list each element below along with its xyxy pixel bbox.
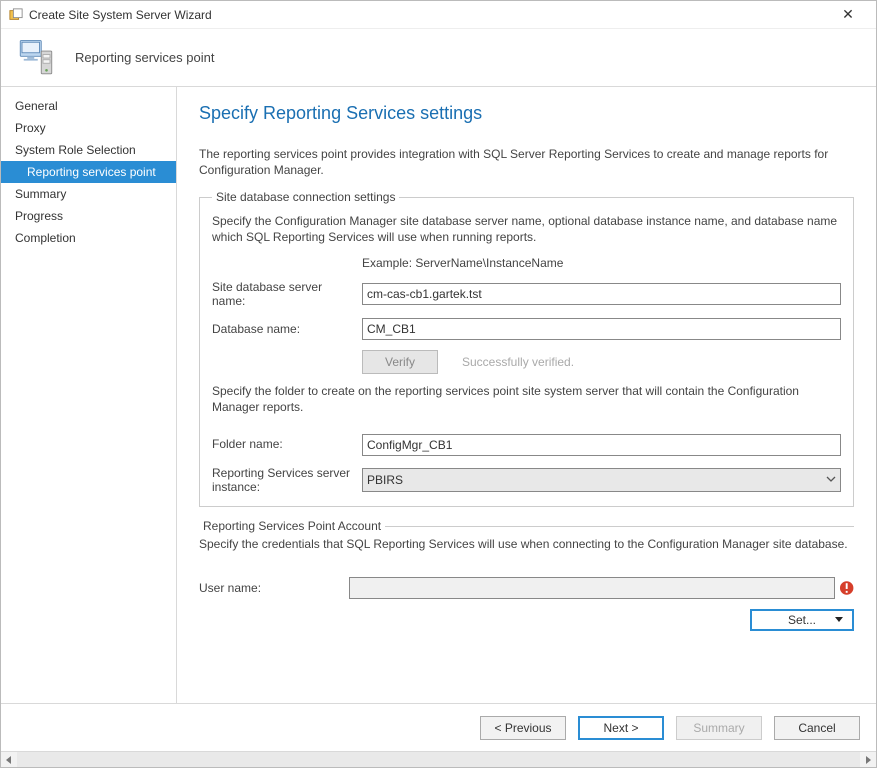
- folder-desc: Specify the folder to create on the repo…: [212, 384, 841, 415]
- page-intro: The reporting services point provides in…: [199, 146, 854, 178]
- folder-name-input[interactable]: [362, 434, 841, 456]
- sidebar-item-progress[interactable]: Progress: [1, 205, 176, 227]
- set-button[interactable]: Set...: [750, 609, 854, 631]
- example-label: Example: ServerName\InstanceName: [362, 256, 841, 270]
- horizontal-scrollbar[interactable]: [1, 751, 876, 767]
- account-legend: Reporting Services Point Account: [199, 519, 385, 533]
- wizard-footer: < Previous Next > Summary Cancel: [1, 703, 876, 751]
- server-icon: [15, 37, 57, 79]
- app-icon: [9, 8, 23, 22]
- account-group: Reporting Services Point Account Specify…: [199, 519, 854, 643]
- cancel-button[interactable]: Cancel: [774, 716, 860, 740]
- scroll-track[interactable]: [17, 752, 860, 768]
- chevron-down-icon: [826, 473, 836, 487]
- server-name-input[interactable]: [362, 283, 841, 305]
- instance-label: Reporting Services server instance:: [212, 466, 362, 495]
- account-desc: Specify the credentials that SQL Reporti…: [199, 537, 854, 553]
- folder-name-label: Folder name:: [212, 437, 362, 451]
- page-header: Reporting services point: [1, 29, 876, 87]
- sidebar-item-proxy[interactable]: Proxy: [1, 117, 176, 139]
- scroll-left-arrow-icon[interactable]: [1, 752, 17, 768]
- sidebar-item-general[interactable]: General: [1, 95, 176, 117]
- verify-button: Verify: [362, 350, 438, 374]
- set-button-label: Set...: [788, 613, 816, 627]
- instance-select[interactable]: PBIRS: [362, 468, 841, 492]
- user-name-input: [349, 577, 835, 599]
- page-subtitle: Reporting services point: [75, 50, 214, 65]
- sidebar-item-system-role[interactable]: System Role Selection: [1, 139, 176, 161]
- site-database-legend: Site database connection settings: [212, 190, 399, 204]
- sidebar-item-reporting-services-point[interactable]: Reporting services point: [1, 161, 176, 183]
- next-button[interactable]: Next >: [578, 716, 664, 740]
- user-name-label: User name:: [199, 581, 349, 595]
- site-database-desc: Specify the Configuration Manager site d…: [212, 214, 841, 245]
- warning-icon: [839, 580, 854, 596]
- wizard-window: Create Site System Server Wizard ✕ Repor…: [0, 0, 877, 768]
- server-name-label: Site database server name:: [212, 280, 362, 309]
- database-name-input[interactable]: [362, 318, 841, 340]
- wizard-sidebar: General Proxy System Role Selection Repo…: [1, 87, 177, 703]
- instance-selected-value: PBIRS: [367, 473, 403, 487]
- database-name-label: Database name:: [212, 322, 362, 336]
- previous-button[interactable]: < Previous: [480, 716, 566, 740]
- verify-status: Successfully verified.: [462, 355, 574, 369]
- page-heading: Specify Reporting Services settings: [199, 103, 854, 124]
- summary-button: Summary: [676, 716, 762, 740]
- sidebar-item-completion[interactable]: Completion: [1, 227, 176, 249]
- wizard-body: General Proxy System Role Selection Repo…: [1, 87, 876, 703]
- dropdown-arrow-icon: [834, 613, 844, 627]
- sidebar-item-summary[interactable]: Summary: [1, 183, 176, 205]
- site-database-group: Site database connection settings Specif…: [199, 190, 854, 507]
- close-button[interactable]: ✕: [828, 6, 868, 23]
- titlebar: Create Site System Server Wizard ✕: [1, 1, 876, 29]
- scroll-right-arrow-icon[interactable]: [860, 752, 876, 768]
- wizard-main: Specify Reporting Services settings The …: [177, 87, 876, 703]
- window-title: Create Site System Server Wizard: [29, 8, 828, 22]
